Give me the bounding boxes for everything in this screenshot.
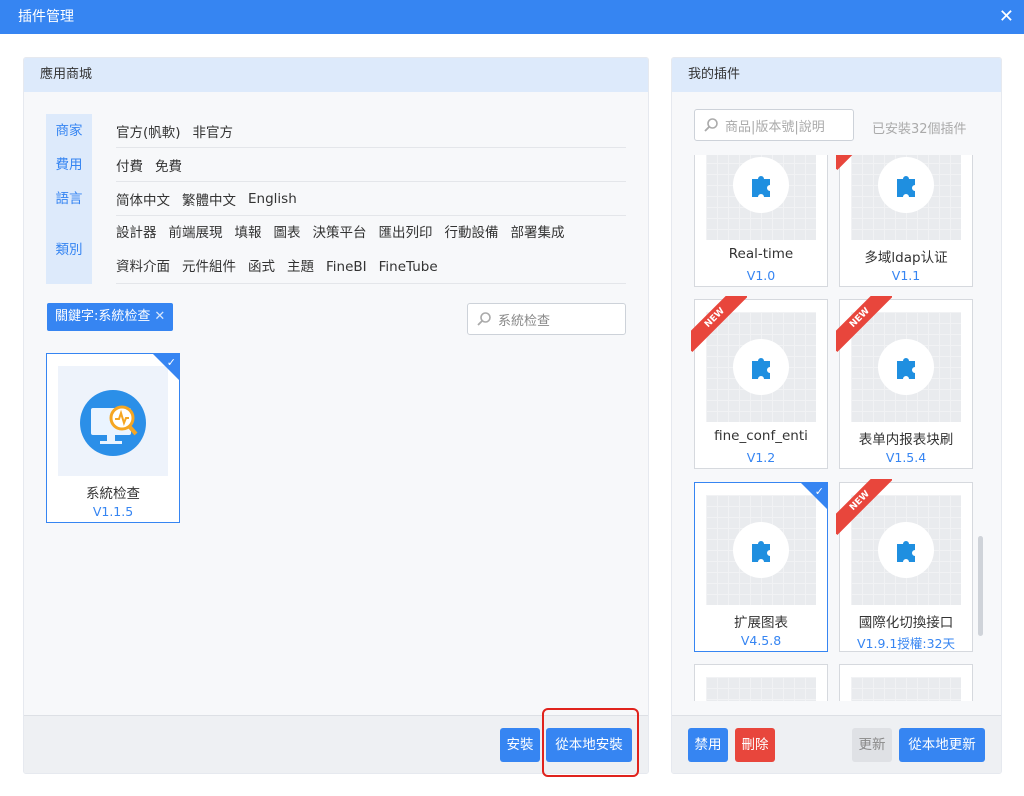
filter-option[interactable]: 元件組件 (182, 250, 236, 284)
filter-row-vendor: 官方(帆軟) 非官方 (116, 114, 626, 148)
plugin-card[interactable] (839, 664, 973, 701)
filter-option[interactable]: 简体中文 (116, 189, 170, 209)
filter-area: 商家 費用 語言 類別 官方(帆軟) 非官方 付費 免費 简体中文 繁體中文 E… (46, 114, 626, 284)
filter-category-vendor: 商家 (46, 114, 92, 148)
filter-option[interactable]: 繁體中文 (182, 189, 236, 209)
plugin-version: V1.2 (746, 450, 776, 465)
annotation-highlight-box (542, 708, 639, 777)
filter-option[interactable]: FineBI (326, 250, 367, 284)
filter-option[interactable]: 主題 (287, 250, 314, 284)
filter-category-type: 類別 (46, 216, 92, 284)
install-button[interactable]: 安裝 (500, 728, 540, 762)
new-label: NEW (691, 296, 747, 352)
plugin-name: fine_conf_enti (714, 428, 808, 444)
plugin-card[interactable]: ✓ 扩展图表 V4.5.8 (694, 482, 828, 652)
puzzle-icon (733, 522, 789, 578)
filter-option[interactable]: 圖表 (274, 216, 301, 250)
plugin-name: 多域ldap认证 (864, 250, 948, 266)
filter-option[interactable]: 非官方 (193, 121, 234, 141)
filter-option[interactable]: 行動設備 (445, 216, 499, 250)
search-icon (704, 118, 718, 132)
plugin-card[interactable] (694, 664, 828, 701)
disable-button[interactable]: 禁用 (688, 728, 728, 762)
plugin-card[interactable]: NEW 國際化切換接口 V1.9.1授權:32天 (836, 479, 973, 652)
new-ribbon: NEW (836, 155, 892, 170)
keyword-tag[interactable]: 關鍵字:系統检查 ✕ (47, 303, 174, 331)
store-search-input[interactable]: 系統检查 (467, 303, 626, 335)
puzzle-icon (733, 157, 789, 213)
plugin-grid-scrollbar[interactable] (978, 536, 983, 636)
new-label: NEW (836, 479, 892, 535)
plugin-version: V1.5.4 (885, 450, 927, 465)
update-button[interactable]: 更新 (852, 728, 892, 762)
plugin-name: 表单内报表块刷 (858, 432, 954, 448)
delete-button[interactable]: 刪除 (735, 728, 775, 762)
filter-option[interactable]: 付費 (116, 155, 143, 175)
monitor-chart-icon (80, 390, 146, 456)
plugin-card-system-check[interactable]: ✓ 系統检查 V1.1.5 (46, 353, 180, 523)
my-plugins-header: 我的插件 (672, 58, 1001, 92)
filter-option[interactable]: 官方(帆軟) (116, 121, 181, 141)
plugin-thumbnail (706, 495, 816, 605)
plugin-version: V1.0 (746, 268, 776, 283)
keyword-tag-label: 關鍵字:系統检查 (55, 309, 151, 324)
new-label: NEW (836, 296, 892, 352)
check-icon: ✓ (166, 356, 176, 369)
check-icon: ✓ (814, 485, 824, 498)
plugin-name: 系統检查 (86, 486, 140, 502)
new-ribbon: NEW (836, 479, 892, 535)
filter-row-type: 設計器 前端展現 填報 圖表 決策平台 匯出列印 行動設備 部署集成 資料介面 … (116, 216, 626, 284)
filter-option[interactable]: 匯出列印 (379, 216, 433, 250)
plugin-grid: Real-time V1.0 NEW 多域ldap认证 V1.1 NEW fin… (672, 155, 1001, 701)
window-titlebar: 插件管理 ✕ (0, 0, 1024, 34)
filter-option[interactable]: 設計器 (116, 216, 157, 250)
filter-option[interactable]: 資料介面 (116, 250, 170, 284)
plugin-card[interactable]: Real-time V1.0 (694, 155, 828, 287)
filter-row-language: 简体中文 繁體中文 English (116, 182, 626, 216)
filter-option[interactable]: 前端展現 (169, 216, 223, 250)
store-panel: 應用商城 商家 費用 語言 類別 官方(帆軟) 非官方 付費 免費 简体中文 繁… (23, 57, 649, 774)
filter-option[interactable]: English (248, 191, 297, 207)
plugin-thumbnail (851, 677, 961, 701)
plugin-card[interactable]: NEW 表单内报表块刷 V1.5.4 (836, 296, 973, 469)
filter-option[interactable]: 決策平台 (313, 216, 367, 250)
store-search-value: 系統检查 (498, 313, 551, 329)
plugin-card[interactable]: NEW 多域ldap认证 V1.1 (836, 155, 973, 287)
update-local-button[interactable]: 從本地更新 (899, 728, 985, 762)
plugin-name: Real-time (728, 246, 794, 262)
close-icon[interactable]: ✕ (999, 0, 1014, 34)
installed-count: 已安裝32個插件 (872, 122, 967, 137)
plugin-thumbnail (706, 155, 816, 240)
new-label: NEW (836, 155, 892, 170)
plugin-version: V1.1 (891, 268, 921, 283)
plugin-thumbnail (58, 366, 168, 476)
search-placeholder: 商品|版本號|說明 (725, 119, 825, 135)
my-plugins-footer: 禁用 刪除 更新 從本地更新 (672, 715, 1001, 773)
store-header: 應用商城 (24, 58, 648, 92)
filter-category-cost: 費用 (46, 148, 92, 182)
filter-option[interactable]: 函式 (248, 250, 275, 284)
filter-row-cost: 付費 免費 (116, 148, 626, 182)
plugin-version: V4.5.8 (740, 633, 782, 648)
new-ribbon: NEW (691, 296, 747, 352)
filter-option[interactable]: FineTube (379, 250, 438, 284)
search-icon (477, 312, 491, 326)
plugin-card[interactable]: NEW fine_conf_enti V1.2 (691, 296, 828, 469)
plugin-version: V1.9.1授權:32天 (857, 636, 955, 651)
plugin-version: V1.1.5 (92, 504, 134, 519)
remove-tag-icon[interactable]: ✕ (154, 309, 165, 324)
new-ribbon: NEW (836, 296, 892, 352)
my-plugins-panel: 我的插件 商品|版本號|說明 已安裝32個插件 Real-time V1.0 N… (671, 57, 1002, 774)
filter-option[interactable]: 免費 (155, 155, 182, 175)
window-title: 插件管理 (18, 9, 74, 25)
plugin-name: 國際化切換接口 (858, 615, 954, 631)
plugin-thumbnail (706, 677, 816, 701)
filter-option[interactable]: 填報 (235, 216, 262, 250)
filter-category-language: 語言 (46, 182, 92, 216)
my-plugins-search-input[interactable]: 商品|版本號|說明 (694, 109, 854, 141)
plugin-name: 扩展图表 (734, 615, 788, 631)
filter-option[interactable]: 部署集成 (511, 216, 565, 250)
